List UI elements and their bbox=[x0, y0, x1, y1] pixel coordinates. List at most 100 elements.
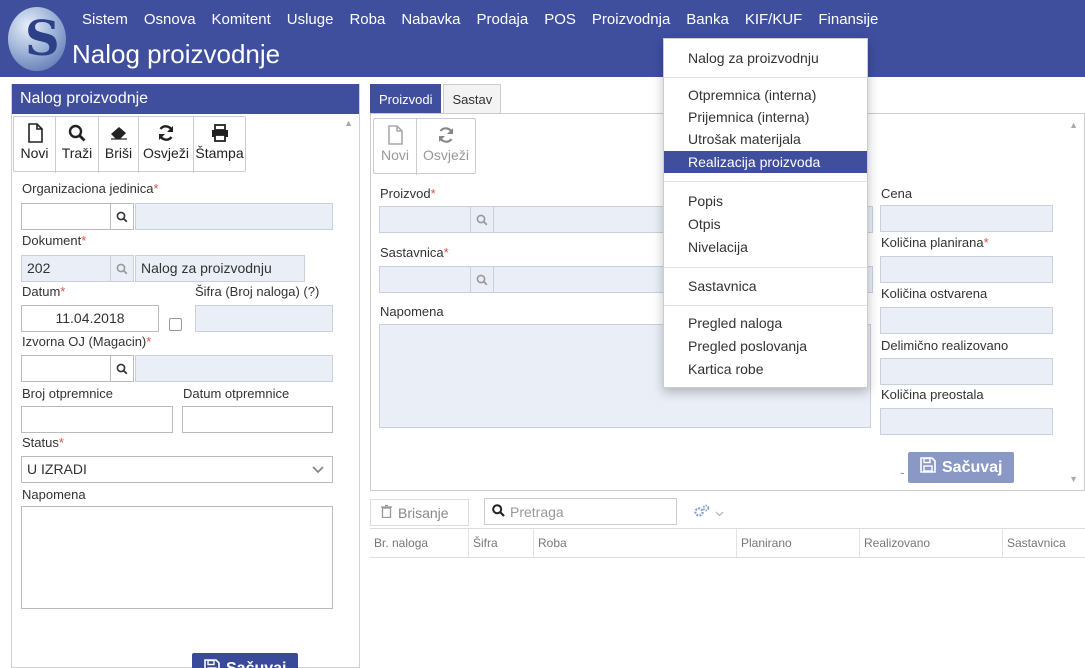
tab-bar: Proizvodi Sastav bbox=[370, 84, 503, 114]
left-panel-title: Nalog proizvodnje bbox=[12, 84, 359, 114]
column-item[interactable]: Roba bbox=[533, 529, 736, 557]
org-unit-code-input[interactable] bbox=[21, 203, 111, 230]
grid-header: Br. naloga Šifra Roba Planirano Realizov… bbox=[370, 528, 1085, 558]
menu-komitent[interactable]: Komitent bbox=[204, 10, 279, 30]
search-icon bbox=[116, 363, 128, 374]
delete-rows-label: Brisanje bbox=[398, 504, 449, 521]
menu-nabavka[interactable]: Nabavka bbox=[393, 10, 468, 30]
menu-item-production-order[interactable]: Nalog za proizvodnju bbox=[664, 47, 867, 69]
menu-pos[interactable]: POS bbox=[536, 10, 584, 30]
file-icon bbox=[27, 121, 43, 145]
column-order-number[interactable]: Br. naloga bbox=[370, 529, 468, 557]
bom-label: Sastavnica* bbox=[380, 245, 449, 260]
menu-item-inventory[interactable]: Popis bbox=[664, 190, 867, 212]
search-button-label: Traži bbox=[61, 145, 93, 161]
grid-search-placeholder: Pretraga bbox=[510, 503, 564, 520]
order-number-label: Šifra (Broj naloga) (?) bbox=[195, 284, 320, 299]
delete-button-label: Briši bbox=[104, 145, 133, 161]
menu-proizvodnja[interactable]: Proizvodnja bbox=[584, 10, 678, 30]
menu-item-price-leveling[interactable]: Nivelacija bbox=[664, 236, 867, 258]
date-label: Datum* bbox=[22, 284, 66, 299]
product-new-button[interactable]: Novi bbox=[374, 119, 417, 175]
proizvodnja-dropdown-menu: Nalog za proizvodnju Otpremnica (interna… bbox=[663, 38, 868, 388]
note-textarea[interactable] bbox=[21, 506, 333, 609]
menu-item-internal-receipt[interactable]: Prijemnica (interna) bbox=[664, 106, 867, 128]
menu-sistem[interactable]: Sistem bbox=[82, 10, 136, 30]
tab-products[interactable]: Proizvodi bbox=[370, 84, 442, 114]
search-icon bbox=[476, 274, 488, 285]
menu-item-business-overview[interactable]: Pregled poslovanja bbox=[664, 335, 867, 357]
menu-item-item-card[interactable]: Kartica robe bbox=[664, 358, 867, 380]
scroll-up-icon[interactable]: ▲ bbox=[344, 118, 353, 128]
main-menu: Sistem Osnova Komitent Usluge Roba Nabav… bbox=[82, 10, 886, 30]
save-icon bbox=[204, 658, 220, 668]
source-unit-code-input[interactable] bbox=[21, 355, 111, 382]
menu-item-internal-dispatch[interactable]: Otpremnica (interna) bbox=[664, 84, 867, 106]
product-search-button bbox=[470, 206, 494, 233]
search-icon bbox=[492, 503, 505, 520]
print-button[interactable]: Štampa bbox=[194, 117, 245, 173]
menu-item-order-overview[interactable]: Pregled naloga bbox=[664, 312, 867, 334]
menu-osnova[interactable]: Osnova bbox=[136, 10, 204, 30]
delete-button[interactable]: Briši bbox=[99, 117, 139, 173]
menu-finansije[interactable]: Finansije bbox=[810, 10, 886, 30]
left-panel: Nalog proizvodnje Novi Traži Briši Osvje… bbox=[11, 84, 360, 668]
source-unit-search-button[interactable] bbox=[110, 355, 134, 382]
product-save-button[interactable]: Sačuvaj bbox=[908, 452, 1015, 483]
note-label: Napomena bbox=[22, 487, 86, 502]
dispatch-number-input[interactable] bbox=[21, 406, 173, 433]
menu-separator bbox=[664, 267, 867, 268]
print-button-label: Štampa bbox=[195, 145, 244, 161]
save-button[interactable]: Sačuvaj bbox=[192, 653, 299, 668]
dispatch-number-label: Broj otpremnice bbox=[22, 386, 114, 401]
menu-prodaja[interactable]: Prodaja bbox=[469, 10, 537, 30]
column-realized[interactable]: Realizovano bbox=[859, 529, 1002, 557]
tab-composition[interactable]: Sastav bbox=[443, 84, 502, 114]
column-bom[interactable]: Sastavnica bbox=[1002, 529, 1085, 557]
product-save-label: Sačuvaj bbox=[942, 458, 1003, 476]
bom-code-input bbox=[379, 266, 471, 293]
menu-usluge[interactable]: Usluge bbox=[279, 10, 342, 30]
new-button[interactable]: Novi bbox=[14, 117, 56, 173]
column-planned[interactable]: Planirano bbox=[736, 529, 859, 557]
qty-planned-label: Količina planirana* bbox=[881, 235, 989, 250]
column-code[interactable]: Šifra bbox=[468, 529, 533, 557]
document-label: Dokument* bbox=[22, 233, 87, 248]
menu-item-write-off[interactable]: Otpis bbox=[664, 213, 867, 235]
status-label: Status* bbox=[22, 435, 64, 450]
document-name-input: Nalog za proizvodnju bbox=[135, 255, 305, 282]
menu-item-material-consumption[interactable]: Utrošak materijala bbox=[664, 128, 867, 150]
menu-item-product-realization[interactable]: Realizacija proizvoda bbox=[664, 151, 867, 173]
left-toolbar: Novi Traži Briši Osvježi Štampa bbox=[13, 116, 246, 173]
eraser-icon bbox=[110, 121, 128, 145]
refresh-button[interactable]: Osvježi bbox=[139, 117, 194, 173]
menu-kif-kuf[interactable]: KIF/KUF bbox=[737, 10, 811, 30]
document-search-button bbox=[110, 255, 134, 282]
source-unit-name-input bbox=[135, 355, 333, 382]
status-value: U IZRADI bbox=[27, 461, 87, 477]
dispatch-date-input[interactable] bbox=[182, 406, 333, 433]
scroll-down-icon[interactable]: ▼ bbox=[1069, 474, 1078, 484]
chevron-down-icon bbox=[715, 505, 724, 520]
search-icon bbox=[68, 121, 86, 145]
grid-settings-button[interactable] bbox=[694, 504, 724, 521]
refresh-icon bbox=[437, 123, 455, 147]
delete-rows-button[interactable]: Brisanje bbox=[370, 499, 469, 526]
menu-roba[interactable]: Roba bbox=[341, 10, 393, 30]
status-select[interactable]: U IZRADI bbox=[21, 456, 333, 483]
scroll-up-icon[interactable]: ▲ bbox=[1069, 120, 1078, 130]
product-refresh-button[interactable]: Osvježi bbox=[417, 119, 475, 175]
grid-toolbar: Brisanje Pretraga bbox=[370, 497, 1085, 527]
app-logo[interactable]: S bbox=[8, 7, 66, 71]
menu-item-bom[interactable]: Sastavnica bbox=[664, 275, 867, 297]
qty-realized-label: Količina ostvarena bbox=[881, 286, 988, 301]
search-icon bbox=[476, 214, 488, 225]
partially-realized-label: Delimično realizovano bbox=[881, 338, 1009, 353]
date-input[interactable]: 11.04.2018 bbox=[21, 305, 159, 332]
order-number-input bbox=[195, 305, 333, 332]
grid-search-input[interactable]: Pretraga bbox=[484, 498, 677, 525]
search-button[interactable]: Traži bbox=[56, 117, 99, 173]
menu-banka[interactable]: Banka bbox=[678, 10, 737, 30]
org-unit-search-button[interactable] bbox=[110, 203, 134, 230]
date-checkbox[interactable] bbox=[169, 318, 182, 331]
